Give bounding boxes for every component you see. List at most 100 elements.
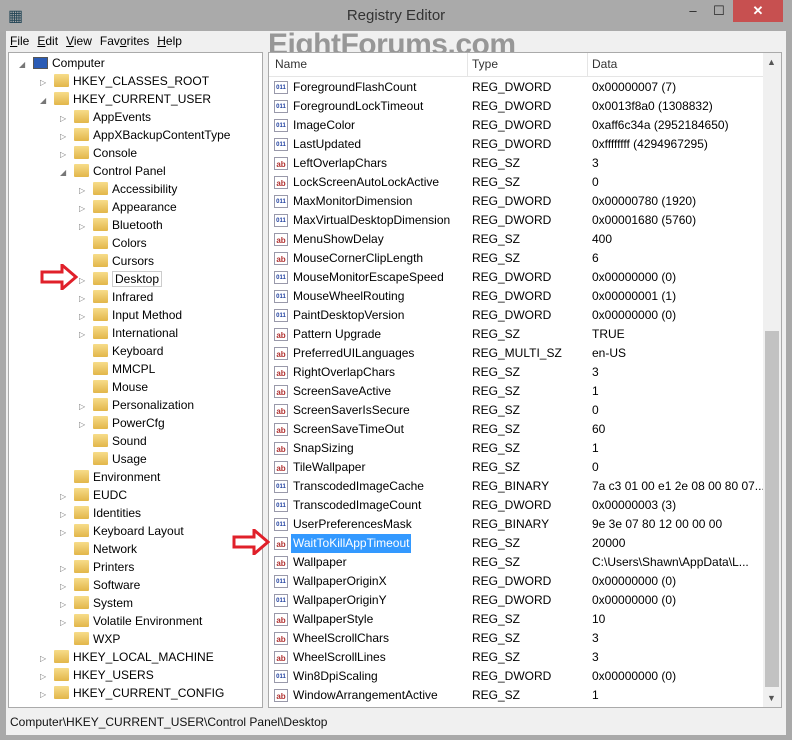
vertical-scrollbar[interactable]: ▲ ▼: [763, 53, 781, 707]
tree-item[interactable]: ▷ HKEY_CURRENT_CONFIG: [40, 684, 224, 702]
table-row[interactable]: 011 MaxMonitorDimension REG_DWORD 0x0000078…: [269, 192, 763, 211]
tree-item[interactable]: ▷ Accessibility: [79, 180, 177, 198]
menu-View[interactable]: View: [66, 32, 92, 50]
table-row[interactable]: 011 MouseWheelRouting REG_DWORD 0x00000001 …: [269, 287, 763, 306]
value-data: 0: [592, 175, 599, 189]
table-row[interactable]: 011 TranscodedImageCache REG_BINARY 7a c3 0…: [269, 477, 765, 496]
table-row[interactable]: ab ScreenSaveTimeOut REG_SZ 60: [269, 420, 763, 439]
tree-item[interactable]: ▷ Bluetooth: [79, 216, 163, 234]
table-row[interactable]: ab WheelScrollLines REG_SZ 3: [269, 648, 763, 667]
scroll-up-icon[interactable]: ▲: [767, 57, 776, 67]
table-row[interactable]: 011 WallpaperOriginY REG_DWORD 0x00000000 (…: [269, 591, 763, 610]
table-row[interactable]: ab RightOverlapChars REG_SZ 3: [269, 363, 763, 382]
tree-item[interactable]: ▷ Console: [60, 144, 137, 162]
value-name: ForegroundLockTimeout: [293, 99, 424, 113]
tree-item[interactable]: ▷ HKEY_USERS: [40, 666, 154, 684]
table-row[interactable]: 011 ForegroundFlashCount REG_DWORD 0x000000…: [269, 78, 763, 97]
table-row[interactable]: 011 MouseMonitorEscapeSpeed REG_DWORD 0x000…: [269, 268, 763, 287]
expand-icon[interactable]: ▷: [40, 686, 51, 704]
tree-item[interactable]: ▷ HKEY_CLASSES_ROOT: [40, 72, 209, 90]
table-row[interactable]: ab WallpaperStyle REG_SZ 10: [269, 610, 763, 629]
key-tree[interactable]: ◢ Computer ▷ HKEY_CLASSES_ROOT ◢ HKEY_CURRENT…: [8, 52, 263, 708]
tree-item[interactable]: ▷ AppXBackupContentType: [60, 126, 230, 144]
string-value-icon: ab: [274, 632, 288, 645]
menu-File[interactable]: File: [10, 32, 29, 50]
table-row[interactable]: 011 TranscodedImageCount REG_DWORD 0x000000…: [269, 496, 763, 515]
tree-item[interactable]: Keyboard: [79, 342, 163, 360]
tree-item[interactable]: ▷ Personalization: [79, 396, 194, 414]
tree-item[interactable]: ◢ Control Panel: [60, 162, 166, 180]
table-row[interactable]: ab WheelScrollChars REG_SZ 3: [269, 629, 763, 648]
tree-item[interactable]: WXP: [60, 630, 120, 648]
tree-item[interactable]: ▷ Input Method: [79, 306, 182, 324]
table-row[interactable]: ab ScreenSaveActive REG_SZ 1: [269, 382, 763, 401]
column-type[interactable]: Type: [472, 57, 498, 71]
table-row[interactable]: ab LeftOverlapChars REG_SZ 3: [269, 154, 763, 173]
table-row[interactable]: ab MouseCornerClipLength REG_SZ 6: [269, 249, 763, 268]
binary-value-icon: 011: [274, 290, 288, 303]
tree-item[interactable]: ▷ EUDC: [60, 486, 127, 504]
tree-item[interactable]: ▷ PowerCfg: [79, 414, 165, 432]
close-button[interactable]: ✕: [733, 0, 783, 22]
collapse-icon[interactable]: ◢: [40, 92, 51, 110]
tree-item[interactable]: ▷ Software: [60, 576, 140, 594]
table-row[interactable]: 011 ImageColor REG_DWORD 0xaff6c34a (295218…: [269, 116, 763, 135]
table-row[interactable]: ab Wallpaper REG_SZ C:\Users\Shawn\AppData\…: [269, 553, 763, 572]
string-value-icon: ab: [274, 366, 288, 379]
menu-Help[interactable]: Help: [157, 32, 182, 50]
column-divider[interactable]: [467, 53, 468, 77]
folder-icon: [74, 488, 89, 501]
tree-item[interactable]: ▷ System: [60, 594, 133, 612]
value-list[interactable]: Name Type Data 011 ForegroundFlashCount RE…: [268, 52, 782, 708]
tree-item[interactable]: ▷ International: [79, 324, 178, 342]
maximize-button[interactable]: ☐: [706, 0, 732, 22]
table-row[interactable]: 011 LastUpdated REG_DWORD 0xffffffff (42949…: [269, 135, 763, 154]
table-row[interactable]: ab SnapSizing REG_SZ 1: [269, 439, 763, 458]
tree-item[interactable]: ▷ Printers: [60, 558, 134, 576]
tree-item[interactable]: MMCPL: [79, 360, 155, 378]
column-data[interactable]: Data: [592, 57, 617, 71]
collapse-icon[interactable]: ◢: [60, 164, 71, 182]
table-row[interactable]: ab TileWallpaper REG_SZ 0: [269, 458, 763, 477]
tree-item[interactable]: Network: [60, 540, 137, 558]
scroll-thumb[interactable]: [765, 330, 779, 687]
tree-item[interactable]: ◢ Computer: [19, 54, 105, 72]
table-row[interactable]: 011 PaintDesktopVersion REG_DWORD 0x0000000…: [269, 306, 763, 325]
minimize-button[interactable]: –: [680, 0, 706, 22]
table-row[interactable]: ab LockScreenAutoLockActive REG_SZ 0: [269, 173, 763, 192]
tree-item[interactable]: ▷ HKEY_LOCAL_MACHINE: [40, 648, 214, 666]
table-row[interactable]: ab WaitToKillAppTimeout REG_SZ 20000: [269, 534, 763, 553]
tree-item[interactable]: ▷ Keyboard Layout: [60, 522, 184, 540]
tree-item[interactable]: Colors: [79, 234, 147, 252]
menu-Edit[interactable]: Edit: [37, 32, 58, 50]
column-divider[interactable]: [587, 53, 588, 77]
tree-item[interactable]: ▷ Appearance: [79, 198, 177, 216]
menu-Favorites[interactable]: Favorites: [100, 32, 149, 50]
column-name[interactable]: Name: [275, 57, 307, 71]
table-row[interactable]: 011 MaxVirtualDesktopDimension REG_DWORD 0x…: [269, 211, 763, 230]
table-row[interactable]: ab MenuShowDelay REG_SZ 400: [269, 230, 763, 249]
folder-icon: [54, 668, 69, 681]
tree-item[interactable]: Cursors: [79, 252, 154, 270]
table-row[interactable]: ab WindowArrangementActive REG_SZ 1: [269, 686, 763, 705]
tree-item[interactable]: Usage: [79, 450, 147, 468]
table-row[interactable]: 011 WallpaperOriginX REG_DWORD 0x00000000 (…: [269, 572, 763, 591]
tree-item[interactable]: ▷ Desktop: [79, 270, 163, 288]
table-row[interactable]: 011 ForegroundLockTimeout REG_DWORD 0x0013f…: [269, 97, 763, 116]
table-row[interactable]: 011 Win8DpiScaling REG_DWORD 0x00000000 (0): [269, 667, 763, 686]
table-row[interactable]: ab ScreenSaverIsSecure REG_SZ 0: [269, 401, 763, 420]
tree-item[interactable]: ▷ AppEvents: [60, 108, 151, 126]
tree-item[interactable]: Mouse: [79, 378, 148, 396]
tree-item[interactable]: ▷ Identities: [60, 504, 141, 522]
tree-item[interactable]: ◢ HKEY_CURRENT_USER: [40, 90, 211, 108]
tree-item[interactable]: ▷ Volatile Environment: [60, 612, 202, 630]
tree-item[interactable]: Sound: [79, 432, 147, 450]
table-row[interactable]: ab Pattern Upgrade REG_SZ TRUE: [269, 325, 763, 344]
table-row[interactable]: ab PreferredUILanguages REG_MULTI_SZ en-US: [269, 344, 763, 363]
value-name: TranscodedImageCount: [293, 498, 422, 512]
scroll-down-icon[interactable]: ▼: [767, 693, 776, 703]
table-row[interactable]: 011 UserPreferencesMask REG_BINARY 9e 3e 07…: [269, 515, 763, 534]
collapse-icon[interactable]: ◢: [19, 56, 30, 74]
tree-item[interactable]: ▷ Infrared: [79, 288, 153, 306]
tree-item[interactable]: Environment: [60, 468, 160, 486]
